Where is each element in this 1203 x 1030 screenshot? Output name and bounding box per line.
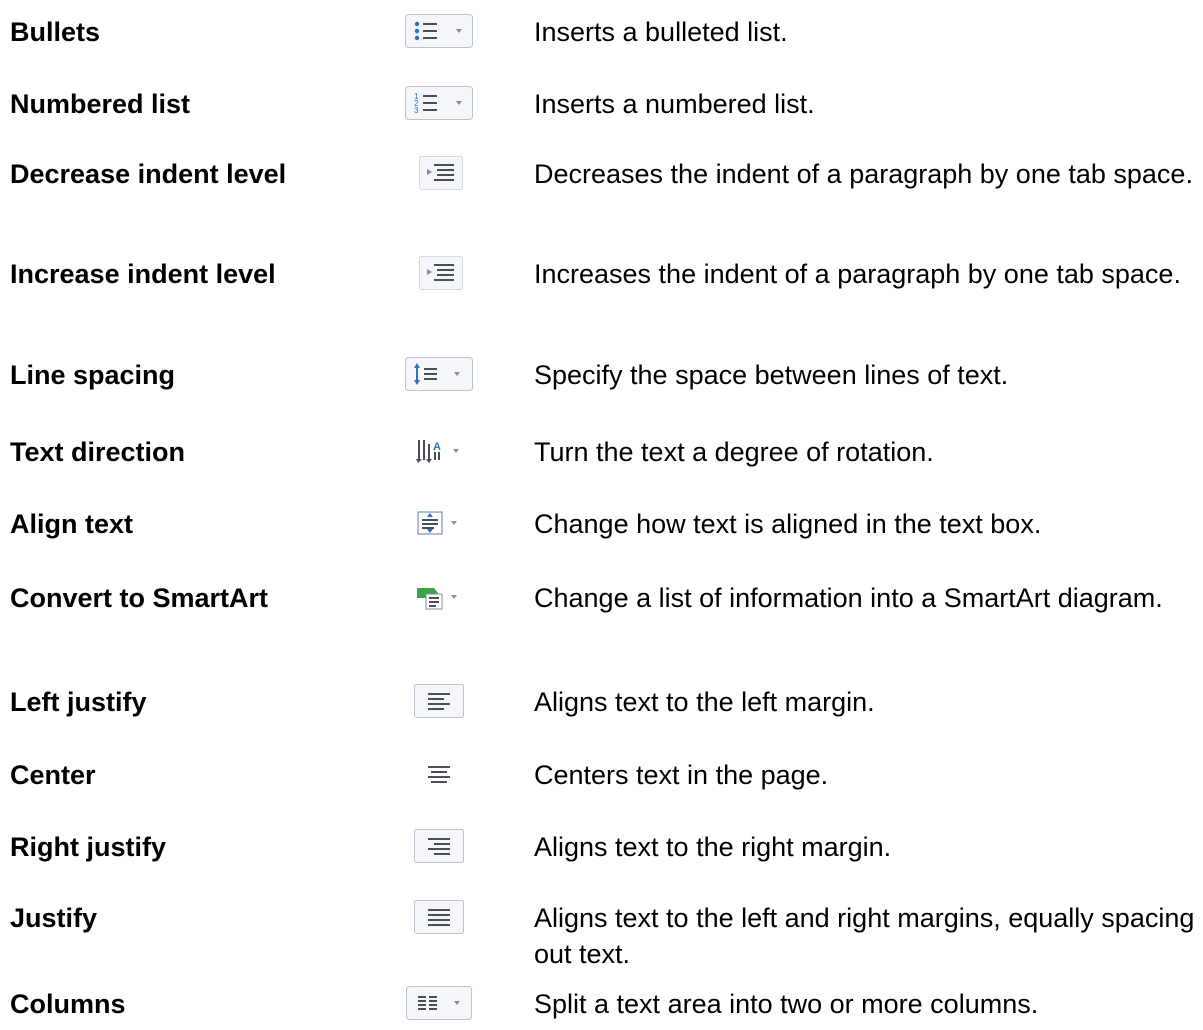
command-name: Columns xyxy=(10,989,126,1019)
command-name: Text direction xyxy=(10,437,186,467)
bullets-icon xyxy=(405,14,473,48)
command-name: Align text xyxy=(10,509,134,539)
command-name: Convert to SmartArt xyxy=(10,583,269,613)
command-description: Decreases the indent of a paragraph by o… xyxy=(534,159,1193,189)
command-name: Decrease indent level xyxy=(10,159,287,189)
command-name: Numbered list xyxy=(10,89,191,119)
command-description: Increases the indent of a paragraph by o… xyxy=(534,259,1181,289)
command-description: Change how text is aligned in the text b… xyxy=(534,509,1042,539)
justify-icon xyxy=(414,900,464,934)
svg-text:A: A xyxy=(433,441,441,453)
align-right-icon xyxy=(414,829,464,863)
command-description: Inserts a numbered list. xyxy=(534,89,815,119)
columns-icon xyxy=(406,986,472,1020)
align-left-icon xyxy=(414,684,464,718)
command-description: Aligns text to the right margin. xyxy=(534,832,892,862)
command-description: Split a text area into two or more colum… xyxy=(534,989,1039,1019)
align-text-icon xyxy=(412,506,468,540)
ribbon-paragraph-reference: { "rows": [ {"name": "Bullets", "icon": … xyxy=(0,0,1203,1030)
command-name: Left justify xyxy=(10,687,147,717)
decrease-indent-icon xyxy=(419,156,463,190)
command-name: Bullets xyxy=(10,17,101,47)
line-spacing-icon xyxy=(405,357,473,391)
increase-indent-icon xyxy=(419,256,463,290)
command-description: Change a list of information into a Smar… xyxy=(534,583,1163,613)
command-name: Right justify xyxy=(10,832,166,862)
convert-to-smartart-icon xyxy=(412,580,468,614)
command-name: Justify xyxy=(10,903,98,933)
align-center-icon xyxy=(414,757,464,791)
command-name: Line spacing xyxy=(10,360,176,390)
svg-text:3: 3 xyxy=(414,106,419,115)
command-description: Aligns text to the left margin. xyxy=(534,687,875,717)
command-description: Centers text in the page. xyxy=(534,760,829,790)
command-name: Increase indent level xyxy=(10,259,276,289)
text-direction-icon: A xyxy=(412,434,468,468)
command-description: Aligns text to the left and right margin… xyxy=(534,903,1195,969)
command-name: Center xyxy=(10,760,96,790)
command-description: Turn the text a degree of rotation. xyxy=(534,437,934,467)
command-description: Inserts a bulleted list. xyxy=(534,17,788,47)
numbered-list-icon: 1 2 3 xyxy=(405,86,473,120)
command-description: Specify the space between lines of text. xyxy=(534,360,1009,390)
